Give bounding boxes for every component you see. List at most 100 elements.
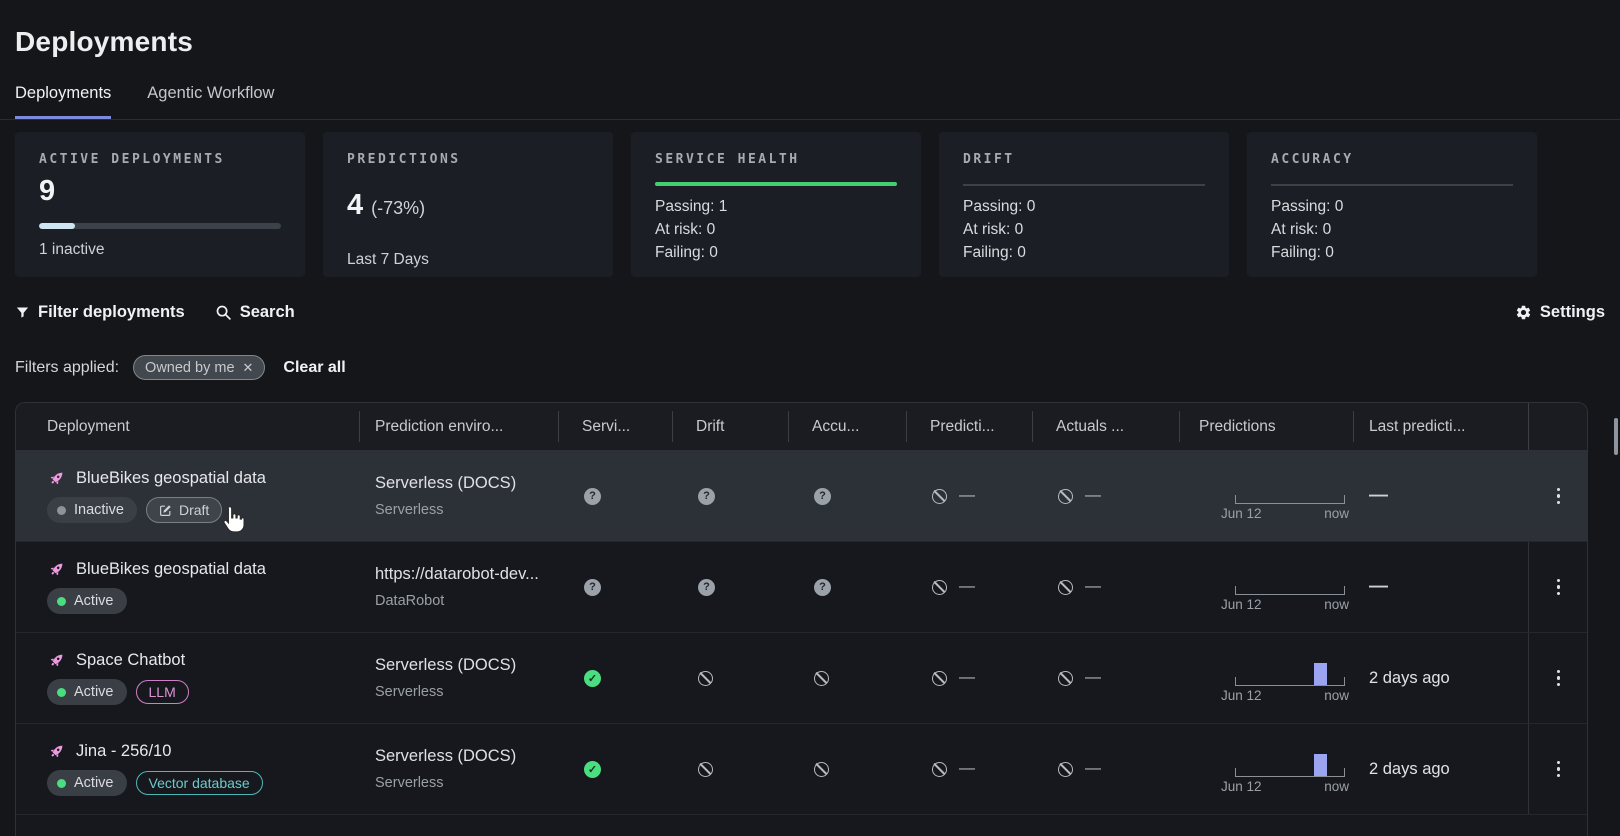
row-actions-button[interactable]	[1551, 755, 1567, 784]
accuracy-status-icon	[814, 579, 831, 596]
prediction-environment: https://datarobot-dev...	[375, 565, 539, 584]
table-header: Deployment Prediction enviro... Servi...…	[16, 403, 1587, 451]
service-health-passing: Passing: 1	[655, 195, 897, 218]
service-health-at-risk: At risk: 0	[655, 218, 897, 241]
predictions-period: Last 7 Days	[347, 251, 589, 269]
deployments-table: Deployment Prediction enviro... Servi...…	[15, 402, 1588, 836]
gear-icon	[1515, 304, 1532, 321]
toolbar: Filter deployments Search Settings	[15, 303, 1605, 322]
predictions-status-icon	[932, 489, 947, 504]
card-accuracy: ACCURACY Passing: 0 At risk: 0 Failing: …	[1247, 132, 1537, 277]
card-predictions: PREDICTIONS 4 (-73%) Last 7 Days	[323, 132, 613, 277]
drift-failing: Failing: 0	[963, 241, 1205, 264]
prediction-environment: Serverless (DOCS)	[375, 474, 516, 493]
status-dot	[57, 597, 66, 606]
prediction-environment-type: Serverless	[375, 684, 444, 700]
tab-agentic-workflow[interactable]: Agentic Workflow	[147, 84, 274, 119]
status-dot	[57, 506, 66, 515]
status-badge: Active	[47, 770, 127, 796]
summary-cards: ACTIVE DEPLOYMENTS 9 1 inactive PREDICTI…	[15, 132, 1537, 277]
actuals-status-icon	[1058, 580, 1073, 595]
column-header-accuracy[interactable]: Accu...	[788, 403, 906, 450]
status-dot	[57, 779, 66, 788]
table-row[interactable]: Space Chatbot Active LLM Serverless (DOC…	[16, 633, 1587, 724]
prediction-environment: Serverless (DOCS)	[375, 747, 516, 766]
column-header-service[interactable]: Servi...	[558, 403, 672, 450]
filter-deployments-button[interactable]: Filter deployments	[15, 303, 185, 322]
sparkline-axis	[1235, 768, 1345, 777]
clear-all-button[interactable]: Clear all	[283, 359, 345, 377]
deployment-name[interactable]: Space Chatbot	[76, 651, 185, 670]
sparkline-bar	[1314, 663, 1327, 685]
rocket-icon	[47, 469, 66, 488]
rocket-icon	[47, 742, 66, 761]
predictions-value: 4	[347, 189, 363, 222]
row-actions-button[interactable]	[1551, 482, 1567, 511]
predictions-delta: (-73%)	[371, 198, 425, 219]
column-header-actions	[1528, 403, 1588, 450]
actuals-status-icon	[1058, 489, 1073, 504]
active-deployments-value: 9	[39, 175, 281, 208]
sparkline-axis	[1235, 495, 1345, 504]
prediction-environment: Serverless (DOCS)	[375, 656, 516, 675]
service-health-status-icon	[584, 579, 601, 596]
search-icon	[215, 304, 232, 321]
accuracy-bar	[1271, 184, 1513, 186]
column-header-deployment[interactable]: Deployment	[16, 403, 359, 450]
draft-badge[interactable]: Draft	[146, 497, 222, 523]
service-health-status-icon	[584, 488, 601, 505]
column-header-predictions-status[interactable]: Predicti...	[906, 403, 1032, 450]
column-header-drift[interactable]: Drift	[672, 403, 788, 450]
drift-passing: Passing: 0	[963, 195, 1205, 218]
table-row[interactable]: Jina - 256/10 Active Vector database Ser…	[16, 724, 1587, 815]
drift-status-icon	[698, 762, 713, 777]
active-deployments-progress	[39, 223, 281, 229]
predictions-sparkline: Jun 12 now	[1221, 471, 1349, 521]
predictions-status-icon	[932, 671, 947, 686]
row-actions-button[interactable]	[1551, 664, 1567, 693]
service-health-status-icon	[584, 670, 601, 687]
drift-at-risk: At risk: 0	[963, 218, 1205, 241]
card-title: ACCURACY	[1271, 152, 1513, 167]
remove-filter-icon[interactable]: ✕	[243, 360, 254, 376]
deployment-name[interactable]: BlueBikes geospatial data	[76, 560, 266, 579]
mouse-cursor	[220, 505, 246, 533]
accuracy-failing: Failing: 0	[1271, 241, 1513, 264]
row-actions-button[interactable]	[1551, 573, 1567, 602]
actuals-status-icon	[1058, 762, 1073, 777]
accuracy-status-icon	[814, 762, 829, 777]
card-title: DRIFT	[963, 152, 1205, 167]
tab-deployments[interactable]: Deployments	[15, 84, 111, 119]
column-header-prediction-environment[interactable]: Prediction enviro...	[359, 403, 558, 450]
progress-fill	[39, 223, 75, 229]
column-header-last-prediction[interactable]: Last predicti...	[1353, 403, 1528, 450]
filter-chip-owned-by-me[interactable]: Owned by me ✕	[133, 355, 265, 380]
vertical-scrollbar[interactable]	[1614, 418, 1618, 455]
vector-database-tag: Vector database	[136, 771, 263, 795]
column-header-predictions[interactable]: Predictions	[1179, 403, 1353, 450]
drift-status-icon	[698, 488, 715, 505]
sparkline-axis	[1235, 677, 1345, 686]
deployment-name[interactable]: BlueBikes geospatial data	[76, 469, 266, 488]
card-drift: DRIFT Passing: 0 At risk: 0 Failing: 0	[939, 132, 1229, 277]
table-row[interactable]: BlueBikes geospatial data Inactive Draft…	[16, 451, 1587, 542]
accuracy-status-icon	[814, 671, 829, 686]
settings-button[interactable]: Settings	[1515, 303, 1605, 322]
edit-icon	[159, 504, 172, 517]
deployment-name[interactable]: Jina - 256/10	[76, 742, 171, 761]
funnel-icon	[15, 305, 30, 320]
tab-bar: Deployments Agentic Workflow	[15, 84, 1605, 119]
column-header-actuals[interactable]: Actuals ...	[1032, 403, 1179, 450]
status-badge: Inactive	[47, 497, 137, 523]
accuracy-at-risk: At risk: 0	[1271, 218, 1513, 241]
predictions-status-icon	[932, 580, 947, 595]
sparkline-bar	[1314, 754, 1327, 776]
search-button[interactable]: Search	[215, 303, 295, 322]
last-prediction: —	[1353, 485, 1388, 507]
table-row[interactable]: BlueBikes geospatial data Active https:/…	[16, 542, 1587, 633]
prediction-environment-type: Serverless	[375, 502, 444, 518]
header-divider	[0, 119, 1620, 120]
card-service-health: SERVICE HEALTH Passing: 1 At risk: 0 Fai…	[631, 132, 921, 277]
service-health-status-icon	[584, 761, 601, 778]
predictions-status-icon	[932, 762, 947, 777]
